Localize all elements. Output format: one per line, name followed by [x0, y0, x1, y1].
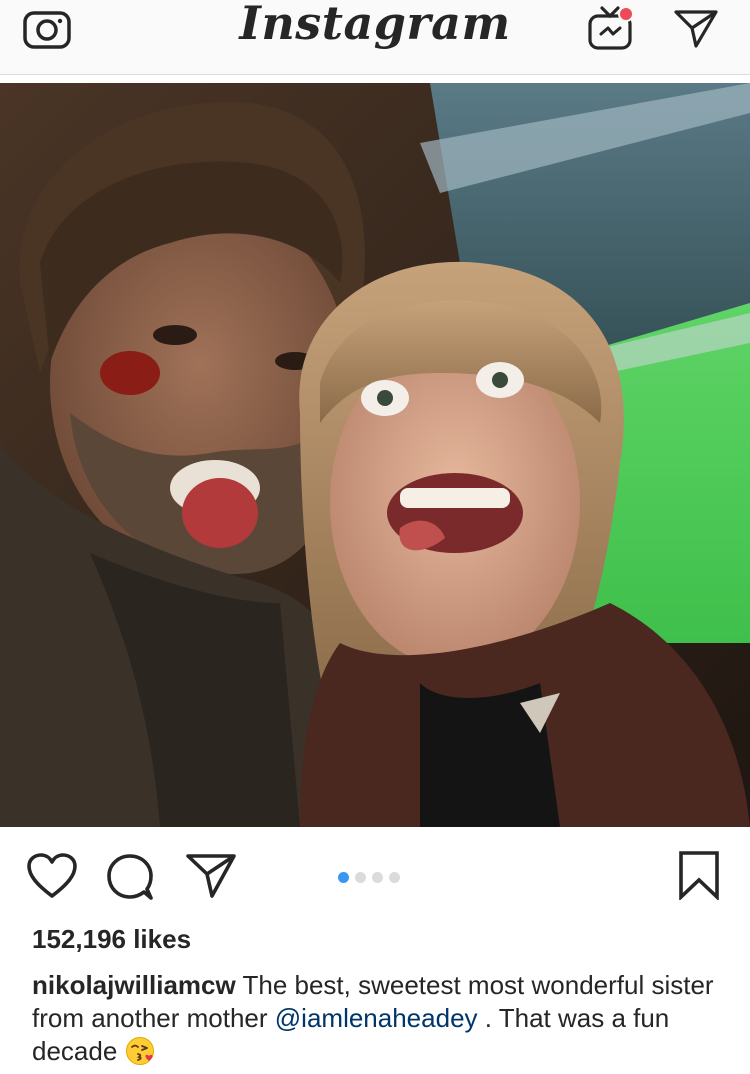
comment-icon[interactable] — [104, 852, 156, 902]
carousel-dot — [372, 871, 383, 883]
post-action-bar — [0, 828, 750, 924]
likes-count[interactable]: 152,196 likes — [32, 924, 191, 955]
top-bar: Instagram — [0, 0, 750, 75]
kissing-face-emoji-icon — [125, 1036, 155, 1066]
post-caption: nikolajwilliamcw The best, sweetest most… — [32, 969, 732, 1068]
carousel-dot — [389, 871, 400, 883]
instagram-logo: Instagram — [239, 0, 511, 50]
carousel-dot-active — [338, 871, 349, 883]
share-icon[interactable] — [184, 852, 238, 900]
bookmark-icon[interactable] — [678, 850, 720, 902]
caption-username[interactable]: nikolajwilliamcw — [32, 970, 236, 1000]
heart-icon[interactable] — [26, 852, 78, 900]
igtv-icon[interactable] — [586, 4, 636, 52]
carousel-indicator — [338, 870, 400, 884]
post-photo[interactable] — [0, 83, 750, 827]
caption-mention[interactable]: @iamlenaheadey — [275, 1003, 478, 1033]
carousel-dot — [355, 871, 366, 883]
direct-message-icon[interactable] — [672, 8, 720, 50]
